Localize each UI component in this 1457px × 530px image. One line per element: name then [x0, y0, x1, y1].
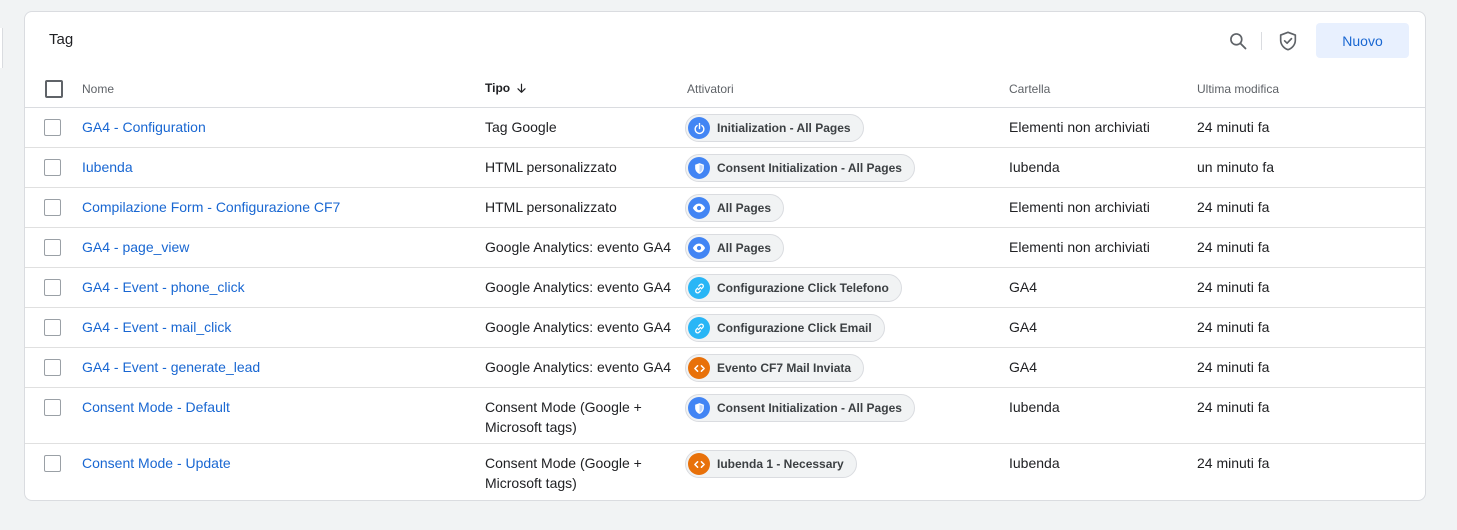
table-header: Nome Tipo Attivatori Cartella Ultima mod… — [25, 68, 1425, 108]
row-checkbox[interactable] — [44, 159, 61, 176]
side-panel-edge — [0, 28, 3, 68]
tag-last-modified: 24 minuti fa — [1197, 399, 1270, 415]
eye-icon — [688, 237, 710, 259]
tag-type: HTML personalizzato — [485, 159, 617, 175]
shield-icon — [688, 397, 710, 419]
row-checkbox[interactable] — [44, 279, 61, 296]
trigger-chip-label: Evento CF7 Mail Inviata — [717, 361, 852, 375]
tag-folder: GA4 — [1009, 279, 1038, 295]
tag-type: Consent Mode (Google + Microsoft tags) — [485, 399, 642, 435]
tag-folder: GA4 — [1009, 319, 1038, 335]
column-header-modified[interactable]: Ultima modifica — [1197, 82, 1279, 96]
table-row[interactable]: Consent Mode - Update Consent Mode (Googl… — [25, 444, 1425, 500]
tag-last-modified: 24 minuti fa — [1197, 455, 1270, 471]
tag-type: Consent Mode (Google + Microsoft tags) — [485, 455, 642, 491]
trigger-chip-label: Configurazione Click Email — [717, 321, 872, 335]
row-checkbox[interactable] — [44, 239, 61, 256]
trigger-chip-label: All Pages — [717, 201, 772, 215]
trigger-chip-label: Consent Initialization - All Pages — [717, 161, 902, 175]
table-body: GA4 - Configuration Tag Google Initializat… — [25, 108, 1425, 500]
table-row[interactable]: Compilazione Form - Configurazione CF7 HT… — [25, 188, 1425, 228]
trigger-chip[interactable]: Consent Initialization - All Pages — [685, 154, 915, 182]
row-checkbox[interactable] — [44, 399, 61, 416]
tag-name-link[interactable]: GA4 - Configuration — [82, 117, 206, 137]
trigger-chip[interactable]: Evento CF7 Mail Inviata — [685, 354, 865, 382]
row-checkbox[interactable] — [44, 319, 61, 336]
column-header-name[interactable]: Nome — [82, 82, 114, 96]
trigger-chip[interactable]: Iubenda 1 - Necessary — [685, 450, 857, 478]
tag-folder: Iubenda — [1009, 399, 1060, 415]
trigger-chip-label: Iubenda 1 - Necessary — [717, 457, 844, 471]
row-checkbox[interactable] — [44, 359, 61, 376]
trigger-chip[interactable]: All Pages — [685, 234, 785, 262]
eye-icon — [688, 197, 710, 219]
tag-name-link[interactable]: GA4 - Event - phone_click — [82, 277, 245, 297]
tag-last-modified: un minuto fa — [1197, 159, 1275, 175]
tag-last-modified: 24 minuti fa — [1197, 199, 1270, 215]
tag-type: Google Analytics: evento GA4 — [485, 239, 671, 255]
trigger-chip[interactable]: Configurazione Click Email — [685, 314, 885, 342]
trigger-chip[interactable]: All Pages — [685, 194, 785, 222]
code-icon — [688, 357, 710, 379]
power-icon — [688, 117, 710, 139]
row-checkbox[interactable] — [44, 455, 61, 472]
tag-type: Google Analytics: evento GA4 — [485, 279, 671, 295]
header-divider — [1261, 32, 1262, 50]
column-header-triggers[interactable]: Attivatori — [687, 82, 734, 96]
tag-name-link[interactable]: GA4 - Event - mail_click — [82, 317, 231, 337]
tag-last-modified: 24 minuti fa — [1197, 119, 1270, 135]
table-row[interactable]: Consent Mode - Default Consent Mode (Goog… — [25, 388, 1425, 444]
trigger-chip[interactable]: Configurazione Click Telefono — [685, 274, 902, 302]
tag-type: Google Analytics: evento GA4 — [485, 359, 671, 375]
link-icon — [688, 277, 710, 299]
trigger-chip[interactable]: Consent Initialization - All Pages — [685, 394, 915, 422]
sort-arrow-down-icon — [517, 83, 526, 93]
tag-folder: Iubenda — [1009, 159, 1060, 175]
tag-folder: Elementi non archiviati — [1009, 119, 1150, 135]
tag-name-link[interactable]: GA4 - Event - generate_lead — [82, 357, 260, 377]
trigger-chip-label: Consent Initialization - All Pages — [717, 401, 902, 415]
page-title: Tag — [49, 31, 74, 48]
shield-check-icon[interactable] — [1276, 29, 1300, 53]
trigger-chip[interactable]: Initialization - All Pages — [685, 114, 864, 142]
link-icon — [688, 317, 710, 339]
tag-folder: GA4 — [1009, 359, 1038, 375]
table-row[interactable]: GA4 - Event - mail_click Google Analytics… — [25, 308, 1425, 348]
table-row[interactable]: GA4 - Event - phone_click Google Analytic… — [25, 268, 1425, 308]
tag-name-link[interactable]: GA4 - page_view — [82, 237, 189, 257]
table-row[interactable]: GA4 - page_view Google Analytics: evento … — [25, 228, 1425, 268]
tag-folder: Elementi non archiviati — [1009, 239, 1150, 255]
column-header-type-label: Tipo — [485, 81, 511, 95]
tag-last-modified: 24 minuti fa — [1197, 239, 1270, 255]
tag-type: Google Analytics: evento GA4 — [485, 319, 671, 335]
search-icon[interactable] — [1226, 29, 1250, 53]
tag-name-link[interactable]: Iubenda — [82, 157, 133, 177]
shield-icon — [688, 157, 710, 179]
tag-name-link[interactable]: Consent Mode - Update — [82, 453, 231, 473]
row-checkbox[interactable] — [44, 119, 61, 136]
trigger-chip-label: Initialization - All Pages — [717, 121, 851, 135]
tag-last-modified: 24 minuti fa — [1197, 319, 1270, 335]
tag-name-link[interactable]: Consent Mode - Default — [82, 397, 230, 417]
tag-last-modified: 24 minuti fa — [1197, 279, 1270, 295]
tags-card: Tag Nuovo Nome Tipo Attivatori Cartella … — [24, 11, 1426, 501]
trigger-chip-label: All Pages — [717, 241, 772, 255]
tag-folder: Iubenda — [1009, 455, 1060, 471]
tag-folder: Elementi non archiviati — [1009, 199, 1150, 215]
table-row[interactable]: GA4 - Event - generate_lead Google Analyt… — [25, 348, 1425, 388]
table-row[interactable]: Iubenda HTML personalizzato Consent Initia… — [25, 148, 1425, 188]
trigger-chip-label: Configurazione Click Telefono — [717, 281, 889, 295]
select-all-checkbox[interactable] — [45, 80, 63, 98]
tag-last-modified: 24 minuti fa — [1197, 359, 1270, 375]
column-header-type[interactable]: Tipo — [485, 81, 528, 95]
column-header-folder[interactable]: Cartella — [1009, 82, 1050, 96]
code-icon — [688, 453, 710, 475]
new-tag-button[interactable]: Nuovo — [1316, 23, 1409, 58]
card-header: Tag Nuovo — [25, 12, 1425, 68]
tag-type: HTML personalizzato — [485, 199, 617, 215]
row-checkbox[interactable] — [44, 199, 61, 216]
table-row[interactable]: GA4 - Configuration Tag Google Initializat… — [25, 108, 1425, 148]
tag-name-link[interactable]: Compilazione Form - Configurazione CF7 — [82, 197, 340, 217]
tag-type: Tag Google — [485, 119, 557, 135]
